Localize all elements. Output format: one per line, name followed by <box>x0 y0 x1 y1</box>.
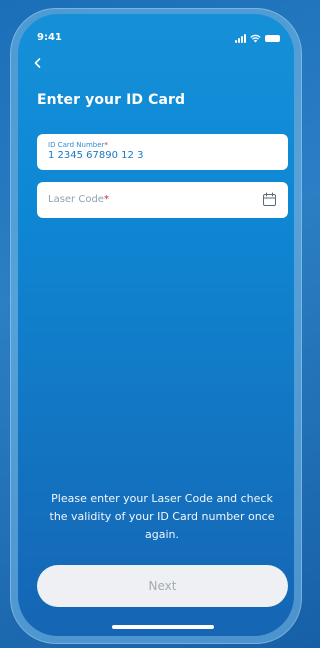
status-bar: 9:41 <box>18 32 294 46</box>
signal-icon <box>235 34 246 43</box>
laser-code-placeholder: Laser Code* <box>48 194 109 205</box>
required-mark: * <box>104 141 108 149</box>
id-card-number-field[interactable]: ID Card Number* 1 2345 67890 12 3 <box>37 134 288 170</box>
battery-icon <box>265 35 280 42</box>
chevron-left-icon <box>34 58 41 68</box>
page-title: Enter your ID Card <box>37 92 186 108</box>
id-card-number-label: ID Card Number* <box>48 141 108 149</box>
help-text: Please enter your Laser Code and check t… <box>49 492 275 541</box>
required-mark: * <box>103 194 109 205</box>
calendar-icon[interactable] <box>262 192 277 207</box>
id-card-number-value: 1 2345 67890 12 3 <box>48 150 144 161</box>
next-button[interactable]: Next <box>37 565 288 607</box>
back-button[interactable] <box>32 56 48 72</box>
phone-screen: 9:41 Enter your ID Card ID Card Number* … <box>18 14 294 636</box>
status-time: 9:41 <box>37 32 62 43</box>
wifi-icon <box>250 34 261 43</box>
laser-code-field[interactable]: Laser Code* <box>37 182 288 218</box>
home-indicator <box>112 625 214 629</box>
status-icons <box>235 34 280 43</box>
